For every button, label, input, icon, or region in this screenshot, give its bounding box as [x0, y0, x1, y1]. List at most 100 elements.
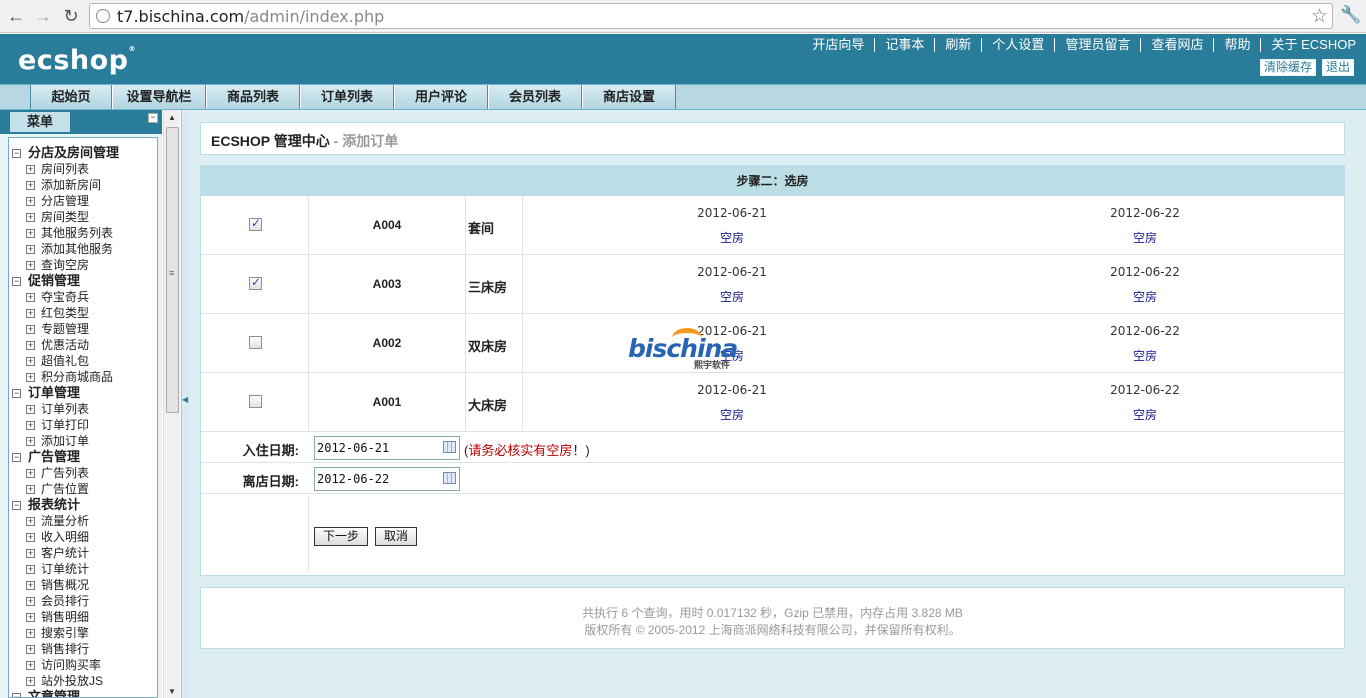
sidebar-item[interactable]: + 搜索引擎 [10, 625, 119, 641]
sidebar-group[interactable]: − 报表统计 [10, 497, 119, 513]
scroll-thumb[interactable]: ≡ [166, 127, 179, 413]
sidebar-item-label: 销售排行 [41, 642, 90, 656]
sidebar-item[interactable]: + 收入明细 [10, 529, 119, 545]
room-status-link[interactable]: 空房 [1015, 229, 1275, 246]
forward-icon[interactable]: → [33, 6, 53, 26]
menu-tab-3[interactable]: 订单列表 [300, 85, 394, 109]
sidebar-item[interactable]: + 会员排行 [10, 593, 119, 609]
sidebar-item[interactable]: + 站外投放JS [10, 673, 119, 689]
menu-tab-1[interactable]: 设置导航栏 [112, 85, 206, 109]
header-link-5[interactable]: 查看网店 [1140, 38, 1213, 52]
sidebar-group[interactable]: − 促销管理 [10, 273, 119, 289]
sidebar-item[interactable]: + 订单统计 [10, 561, 119, 577]
scroll-down-icon[interactable]: ▼ [168, 687, 176, 696]
logout-button[interactable]: 退出 [1321, 59, 1354, 76]
room-status-link[interactable]: 空房 [602, 347, 862, 364]
sidebar-item[interactable]: + 积分商城商品 [10, 369, 119, 385]
menu-tab-6[interactable]: 商店设置 [582, 85, 676, 109]
sidebar-item[interactable]: + 销售明细 [10, 609, 119, 625]
room-checkbox[interactable] [249, 395, 262, 408]
calendar-icon[interactable] [443, 472, 456, 484]
step-heading: 步骤二：选房 [201, 166, 1344, 196]
next-step-button[interactable]: 下一步 [314, 527, 368, 546]
collapse-left-icon[interactable]: ◀ [182, 395, 188, 404]
sidebar-item[interactable]: + 专题管理 [10, 321, 119, 337]
address-bar[interactable]: t7.bischina.com/admin/index.php ☆ [89, 3, 1333, 29]
sidebar-item[interactable]: + 流量分析 [10, 513, 119, 529]
collapse-box-icon[interactable]: − [12, 388, 21, 398]
expand-box-icon: + [26, 611, 35, 622]
day-cell: 2012-06-22 空房 [1015, 265, 1275, 305]
url-text[interactable]: t7.bischina.com/admin/index.php [117, 7, 384, 26]
menu-tab-0[interactable]: 起始页 [30, 85, 112, 109]
sidebar-item[interactable]: + 销售排行 [10, 641, 119, 657]
sidebar-group[interactable]: − 订单管理 [10, 385, 119, 401]
clear-cache-button[interactable]: 清除缓存 [1259, 59, 1316, 76]
room-type: 三床房 [468, 280, 508, 295]
sidebar-item[interactable]: + 夺宝奇兵 [10, 289, 119, 305]
collapse-box-icon[interactable]: − [12, 148, 21, 158]
header-link-2[interactable]: 刷新 [934, 38, 981, 52]
collapse-box-icon[interactable]: − [12, 500, 21, 510]
header-link-7[interactable]: 关于 ECSHOP [1260, 38, 1356, 52]
calendar-icon[interactable] [443, 441, 456, 453]
collapse-box-icon[interactable]: − [12, 452, 21, 462]
menu-tab-5[interactable]: 会员列表 [488, 85, 582, 109]
checkout-date-input[interactable]: 2012-06-22 [314, 467, 460, 491]
day-date: 2012-06-21 [697, 383, 767, 397]
sidebar-item-label: 订单统计 [41, 562, 90, 576]
sidebar-splitter[interactable]: ◀ [181, 110, 190, 698]
menu-tab-4[interactable]: 用户评论 [394, 85, 488, 109]
sidebar-group[interactable]: − 广告管理 [10, 449, 119, 465]
room-status-link[interactable]: 空房 [1015, 288, 1275, 305]
sidebar-item[interactable]: + 优惠活动 [10, 337, 119, 353]
bookmark-star-icon[interactable]: ☆ [1311, 5, 1328, 28]
room-status-link[interactable]: 空房 [1015, 406, 1275, 423]
sidebar-item-label: 积分商城商品 [41, 370, 114, 384]
back-icon[interactable]: ← [6, 6, 26, 26]
sidebar-item[interactable]: + 添加新房间 [10, 177, 119, 193]
header-link-3[interactable]: 个人设置 [981, 38, 1054, 52]
sidebar-item-label: 分店管理 [41, 194, 90, 208]
room-checkbox[interactable] [249, 336, 262, 349]
sidebar-item[interactable]: + 红包类型 [10, 305, 119, 321]
sidebar-item[interactable]: + 房间类型 [10, 209, 119, 225]
sidebar-item[interactable]: + 房间列表 [10, 161, 119, 177]
collapse-icon[interactable]: − [148, 113, 158, 123]
room-checkbox[interactable] [249, 275, 262, 290]
sidebar-item[interactable]: + 其他服务列表 [10, 225, 119, 241]
sidebar-group[interactable]: − 分店及房间管理 [10, 145, 119, 161]
room-status-link[interactable]: 空房 [602, 288, 862, 305]
cancel-button[interactable]: 取消 [375, 527, 417, 546]
collapse-box-icon[interactable]: − [12, 276, 21, 286]
sidebar-item[interactable]: + 订单打印 [10, 417, 119, 433]
menu-tab-2[interactable]: 商品列表 [206, 85, 300, 109]
sidebar-item[interactable]: + 广告位置 [10, 481, 119, 497]
room-status-link[interactable]: 空房 [602, 406, 862, 423]
wrench-icon[interactable]: 🔧 [1340, 5, 1361, 25]
sidebar-item[interactable]: + 查询空房 [10, 257, 119, 273]
sidebar-item-label: 超值礼包 [41, 354, 90, 368]
room-checkbox[interactable] [249, 216, 262, 231]
sidebar-item[interactable]: + 客户统计 [10, 545, 119, 561]
sidebar-item[interactable]: + 销售概况 [10, 577, 119, 593]
header-link-4[interactable]: 管理员留言 [1054, 38, 1140, 52]
sidebar-item[interactable]: + 超值礼包 [10, 353, 119, 369]
sidebar-item[interactable]: + 添加订单 [10, 433, 119, 449]
sidebar-group[interactable]: − 文章管理 [10, 689, 119, 697]
room-status-link[interactable]: 空房 [1015, 347, 1275, 364]
sidebar-item[interactable]: + 访问购买率 [10, 657, 119, 673]
sidebar-scrollbar[interactable]: ▲ ≡ ▼ [163, 110, 180, 698]
header-link-1[interactable]: 记事本 [874, 38, 934, 52]
scroll-up-icon[interactable]: ▲ [168, 113, 176, 122]
sidebar-item[interactable]: + 广告列表 [10, 465, 119, 481]
reload-icon[interactable]: ↻ [61, 6, 81, 26]
sidebar-item[interactable]: + 添加其他服务 [10, 241, 119, 257]
checkin-date-input[interactable]: 2012-06-21 [314, 436, 460, 460]
header-link-0[interactable]: 开店向导 [802, 38, 874, 52]
sidebar-item[interactable]: + 订单列表 [10, 401, 119, 417]
sidebar-item[interactable]: + 分店管理 [10, 193, 119, 209]
collapse-box-icon[interactable]: − [12, 692, 21, 697]
room-status-link[interactable]: 空房 [602, 229, 862, 246]
header-link-6[interactable]: 帮助 [1213, 38, 1260, 52]
